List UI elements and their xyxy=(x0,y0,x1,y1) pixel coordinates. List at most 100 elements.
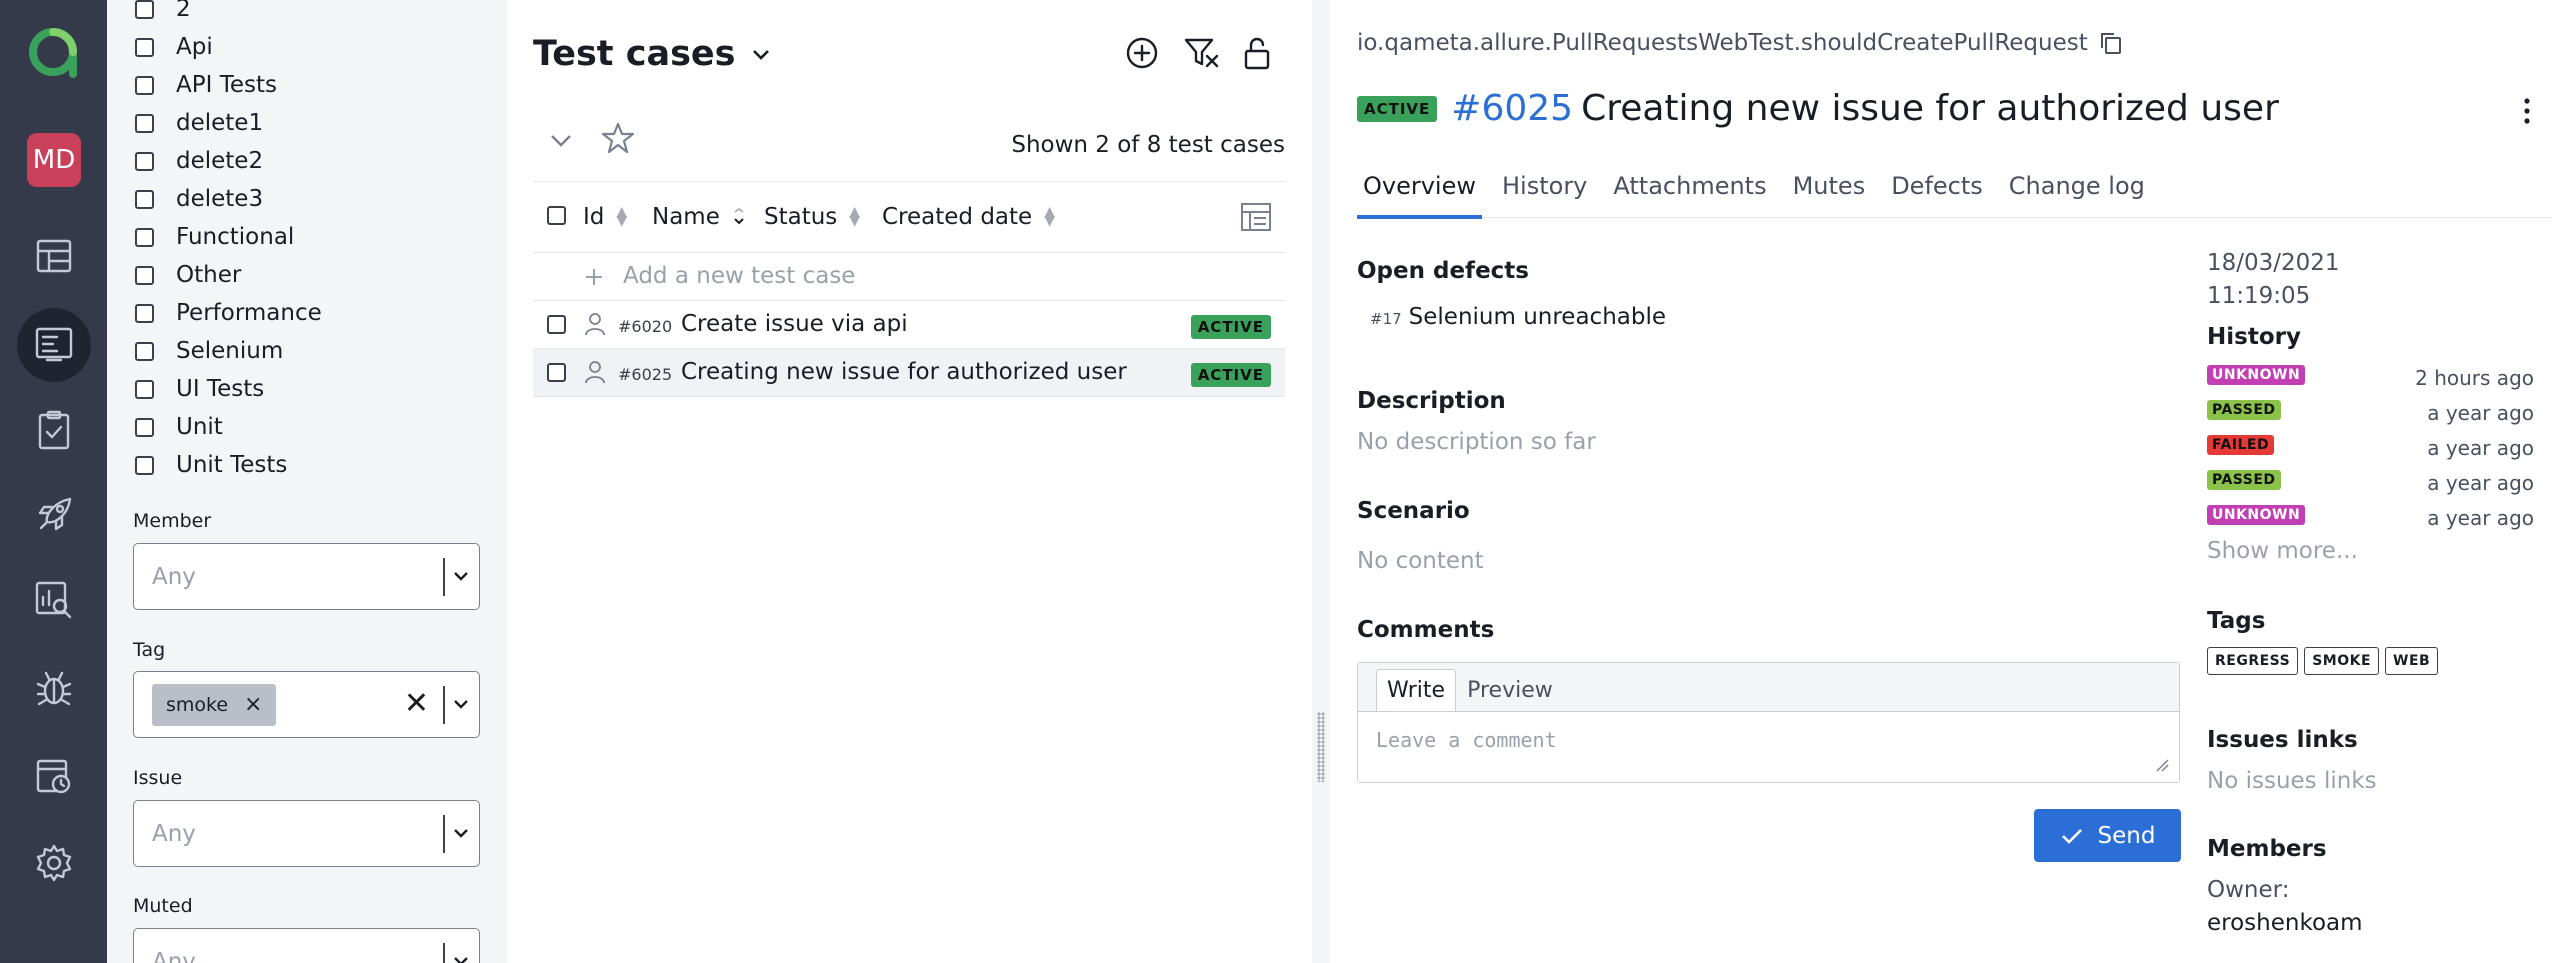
resize-handle[interactable] xyxy=(1317,712,1325,782)
column-created-label: Created date xyxy=(882,204,1033,230)
chevron-down-icon[interactable] xyxy=(451,951,471,963)
row-checkbox[interactable] xyxy=(547,315,566,334)
column-name[interactable]: Name xyxy=(652,204,746,230)
filter-checkbox-item[interactable]: Selenium xyxy=(135,332,322,370)
add-circle-icon[interactable] xyxy=(1125,36,1165,76)
send-button[interactable]: Send xyxy=(2034,809,2181,862)
unlock-icon[interactable] xyxy=(1242,36,1282,76)
filter-checkbox-item[interactable]: Api xyxy=(135,28,322,66)
checkbox[interactable] xyxy=(135,151,154,171)
launches-icon[interactable] xyxy=(24,485,84,545)
filter-checkbox-item[interactable]: UI Tests xyxy=(135,370,322,408)
checkbox[interactable] xyxy=(135,265,154,285)
tag-badge[interactable]: WEB xyxy=(2385,647,2439,675)
row-name: Creating new issue for authorized user xyxy=(681,359,1127,385)
checkbox[interactable] xyxy=(135,0,154,19)
chevron-down-icon[interactable] xyxy=(451,694,471,714)
sort-icon[interactable]: ▲ ▼ xyxy=(616,205,627,228)
filter-checkbox-item[interactable]: delete2 xyxy=(135,142,322,180)
sort-icon[interactable]: ▲ ▼ xyxy=(1044,205,1055,228)
tab-change-log[interactable]: Change log xyxy=(2003,168,2151,218)
row-checkbox[interactable] xyxy=(547,363,566,382)
allure-logo[interactable] xyxy=(24,22,84,82)
column-status[interactable]: Status ▲ ▼ xyxy=(764,204,860,230)
analytics-icon[interactable] xyxy=(24,570,84,630)
checkbox[interactable] xyxy=(135,455,154,475)
test-plans-icon[interactable] xyxy=(24,400,84,460)
collapse-all-icon[interactable] xyxy=(547,127,575,155)
history-item[interactable]: PASSED a year ago xyxy=(2207,397,2534,427)
show-more-link[interactable]: Show more... xyxy=(2207,538,2358,564)
tag-badge[interactable]: SMOKE xyxy=(2304,647,2380,675)
filter-checkbox-item[interactable]: delete1 xyxy=(135,104,322,142)
sort-icon[interactable]: ▲ ▼ xyxy=(849,205,860,228)
filter-checkbox-item[interactable]: 2 xyxy=(135,0,322,28)
column-settings-icon[interactable] xyxy=(1239,200,1273,234)
issue-select[interactable]: Any xyxy=(133,800,480,867)
table-row[interactable]: #6025 Creating new issue for authorized u… xyxy=(533,349,1285,397)
history-item[interactable]: FAILED a year ago xyxy=(2207,432,2534,462)
checkbox[interactable] xyxy=(135,341,154,361)
column-created[interactable]: Created date ▲ ▼ xyxy=(882,204,1055,230)
checkbox[interactable] xyxy=(135,189,154,209)
select-all-checkbox[interactable] xyxy=(547,206,566,225)
filter-checkbox-item[interactable]: Unit Tests xyxy=(135,446,322,484)
sort-desc-icon[interactable] xyxy=(732,208,746,226)
resize-grip-icon[interactable] xyxy=(2155,758,2169,772)
chip-remove-icon[interactable]: × xyxy=(244,684,262,726)
tab-defects[interactable]: Defects xyxy=(1885,168,1989,218)
tab-attachments[interactable]: Attachments xyxy=(1607,168,1772,218)
settings-icon[interactable] xyxy=(24,833,84,893)
checkbox[interactable] xyxy=(135,227,154,247)
test-case-number[interactable]: #6025 xyxy=(1451,88,1573,129)
copy-icon[interactable] xyxy=(2098,30,2124,56)
test-cases-icon[interactable] xyxy=(17,308,91,382)
more-menu-icon[interactable] xyxy=(2522,96,2532,126)
tab-mutes[interactable]: Mutes xyxy=(1787,168,1872,218)
star-icon[interactable] xyxy=(601,121,635,155)
tag-select[interactable]: smoke × ✕ xyxy=(133,671,480,738)
avatar[interactable]: MD xyxy=(27,133,81,187)
tab-history[interactable]: History xyxy=(1496,168,1593,218)
filter-checkbox-item[interactable]: API Tests xyxy=(135,66,322,104)
filter-checkbox-item[interactable]: Other xyxy=(135,256,322,294)
checkbox-label: Unit xyxy=(176,414,223,440)
defects-icon[interactable] xyxy=(24,658,84,718)
filter-checkbox-item[interactable]: delete3 xyxy=(135,180,322,218)
dashboard-icon[interactable] xyxy=(24,226,84,286)
muted-select[interactable]: Any xyxy=(133,928,480,963)
owner-name[interactable]: eroshenkoam xyxy=(2207,910,2363,936)
tab-write[interactable]: Write xyxy=(1376,669,1457,711)
status-badge: ACTIVE xyxy=(1357,95,1438,122)
checkbox[interactable] xyxy=(135,303,154,323)
member-select[interactable]: Any xyxy=(133,543,480,610)
history-item[interactable]: UNKNOWN 2 hours ago xyxy=(2207,362,2534,392)
tab-preview[interactable]: Preview xyxy=(1456,669,1564,711)
checkbox[interactable] xyxy=(135,37,154,57)
tab-overview[interactable]: Overview xyxy=(1357,168,1482,219)
tag-badge[interactable]: REGRESS xyxy=(2207,647,2299,675)
add-test-case-row[interactable]: Add a new test case xyxy=(533,253,1285,301)
history-item[interactable]: UNKNOWN a year ago xyxy=(2207,502,2534,532)
comment-input[interactable]: Leave a comment xyxy=(1358,711,2179,782)
chevron-down-icon[interactable] xyxy=(749,42,773,66)
column-id[interactable]: Id ▲ ▼ xyxy=(583,204,627,230)
history-item[interactable]: PASSED a year ago xyxy=(2207,467,2534,497)
history-time: a year ago xyxy=(2427,401,2534,425)
jobs-icon[interactable] xyxy=(24,747,84,807)
clear-icon[interactable]: ✕ xyxy=(404,686,429,721)
checkbox[interactable] xyxy=(135,379,154,399)
test-cases-title[interactable]: Test cases xyxy=(533,34,773,74)
checkbox[interactable] xyxy=(135,417,154,437)
panel-splitter[interactable] xyxy=(1312,0,1330,963)
chevron-down-icon[interactable] xyxy=(451,566,471,586)
table-row[interactable]: #6020 Create issue via api ACTIVE xyxy=(533,301,1285,349)
filter-checkbox-item[interactable]: Functional xyxy=(135,218,322,256)
filter-off-icon[interactable] xyxy=(1183,36,1223,76)
filter-checkbox-item[interactable]: Performance xyxy=(135,294,322,332)
chevron-down-icon[interactable] xyxy=(451,823,471,843)
checkbox[interactable] xyxy=(135,75,154,95)
checkbox[interactable] xyxy=(135,113,154,133)
defect-item[interactable]: #17 Selenium unreachable xyxy=(1370,304,1666,330)
filter-checkbox-item[interactable]: Unit xyxy=(135,408,322,446)
